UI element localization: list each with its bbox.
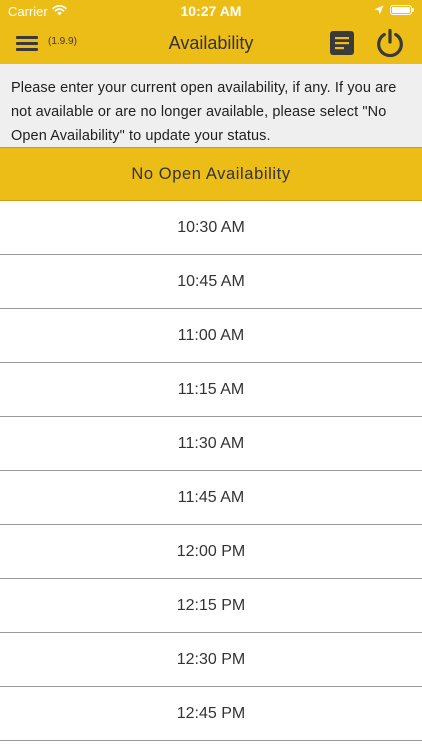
time-slot-item[interactable]: 12:15 PM — [0, 579, 422, 633]
time-slot-item[interactable]: 12:45 PM — [0, 687, 422, 741]
status-time: 10:27 AM — [180, 3, 242, 19]
time-slot-item[interactable]: 11:15 AM — [0, 363, 422, 417]
time-slot-item[interactable]: 10:30 AM — [0, 201, 422, 255]
location-arrow-icon — [374, 5, 384, 15]
no-open-availability-button[interactable]: No Open Availability — [0, 147, 422, 201]
app-header: Carrier 10:27 AM (1.9.9) Availability — [0, 0, 422, 64]
power-icon[interactable] — [374, 27, 406, 59]
instructions-text: Please enter your current open availabil… — [0, 64, 422, 147]
time-slot-item[interactable]: 11:30 AM — [0, 417, 422, 471]
status-bar: Carrier 10:27 AM — [0, 0, 422, 22]
time-slot-item[interactable]: 12:00 PM — [0, 525, 422, 579]
hamburger-menu-icon[interactable] — [16, 34, 38, 52]
notes-icon[interactable] — [329, 30, 355, 56]
nav-bar: (1.9.9) Availability — [0, 22, 422, 64]
time-slot-list: 10:30 AM 10:45 AM 11:00 AM 11:15 AM 11:3… — [0, 201, 422, 741]
time-slot-item[interactable]: 10:45 AM — [0, 255, 422, 309]
time-slot-item[interactable]: 11:45 AM — [0, 471, 422, 525]
time-slot-item[interactable]: 12:30 PM — [0, 633, 422, 687]
app-version: (1.9.9) — [48, 36, 77, 47]
battery-icon — [390, 5, 414, 15]
time-slot-item[interactable]: 11:00 AM — [0, 309, 422, 363]
